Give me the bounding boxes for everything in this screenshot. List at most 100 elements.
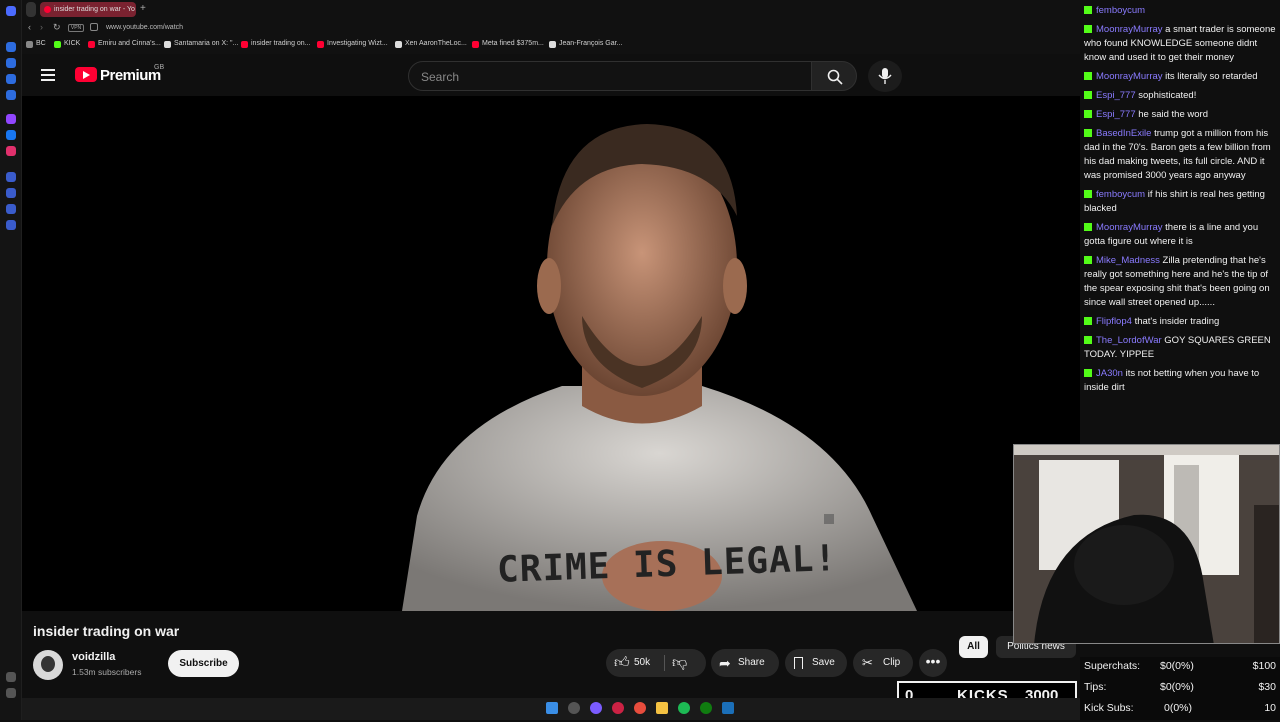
chat-text: that's insider trading — [1134, 316, 1220, 327]
sidebar-app-icon[interactable] — [6, 172, 16, 182]
sidebar-app-icon[interactable] — [6, 204, 16, 214]
stat-row-superchats: Superchats: $0(0%) $100 — [1084, 660, 1276, 680]
tab-active[interactable]: insider trading on war - Yo — [40, 2, 136, 17]
sidebar-app-icon[interactable] — [6, 42, 16, 52]
more-icon[interactable] — [6, 688, 16, 698]
search-icon — [827, 69, 843, 85]
donation-stats-panel: Superchats: $0(0%) $100 Tips: $0(0%) $30… — [1080, 657, 1280, 720]
tab-title: insider trading on war - Yo — [54, 6, 135, 13]
instagram-icon[interactable] — [6, 146, 16, 156]
browser-sidebar — [0, 0, 22, 720]
url-field[interactable]: www.youtube.com/watch — [106, 24, 183, 31]
bookmarks-bar: BC KICK Emiru and Cinna's... Santamaria … — [22, 37, 1080, 54]
stat-label: Kick Subs: — [1084, 702, 1134, 714]
bookmark-item[interactable]: Santamaria on X: "... — [164, 40, 238, 48]
spotify-icon[interactable] — [678, 702, 690, 714]
sidebar-app-icon[interactable] — [6, 672, 16, 682]
clip-label: Clip — [883, 657, 901, 668]
video-frame — [22, 96, 1080, 611]
new-tab-icon[interactable]: + — [140, 3, 146, 15]
chat-text: its literally so retarded — [1165, 71, 1258, 82]
stat-goal: 10 — [1264, 702, 1276, 714]
chat-text: sophisticated! — [1138, 90, 1197, 101]
save-button[interactable]: Save — [785, 649, 847, 677]
kick-badge-icon — [1084, 91, 1092, 99]
xbox-icon[interactable] — [700, 702, 712, 714]
sidebar-app-icon[interactable] — [6, 74, 16, 84]
channel-name[interactable]: voidzilla — [72, 651, 115, 663]
hamburger-menu-icon[interactable] — [41, 69, 55, 81]
bookmark-item[interactable]: Xen AaronTheLoc... — [395, 40, 467, 48]
start-icon[interactable] — [546, 702, 558, 714]
forward-icon[interactable]: › — [40, 22, 43, 32]
chat-username: Espi_777 — [1096, 90, 1136, 101]
like-button[interactable]: 👍︎ — [614, 649, 630, 677]
messenger-icon[interactable] — [6, 130, 16, 140]
chip-all[interactable]: All — [959, 636, 988, 658]
kick-badge-icon — [1084, 6, 1092, 14]
kick-badge-icon — [1084, 129, 1092, 137]
browser-taskbar-icon[interactable] — [634, 702, 646, 714]
bookmark-item[interactable]: BC — [26, 40, 46, 48]
settings-icon[interactable] — [6, 220, 16, 230]
stat-row-kick-subs: Kick Subs: 0(0%) 10 — [1084, 702, 1276, 722]
kick-badge-icon — [1084, 336, 1092, 344]
steam-icon[interactable] — [722, 702, 734, 714]
kick-badge-icon — [1084, 223, 1092, 231]
like-count: 50k — [634, 657, 651, 668]
bookmark-item[interactable]: Meta fined $375m... — [472, 40, 544, 48]
stat-value: $0(0%) — [1160, 681, 1194, 693]
app-icon[interactable] — [590, 702, 602, 714]
search-taskbar-icon[interactable] — [568, 702, 580, 714]
chat-message: MoonrayMurray its literally so retarded — [1084, 70, 1276, 84]
tab-menu-icon[interactable] — [26, 2, 36, 17]
more-actions-icon[interactable]: ••• — [919, 649, 947, 677]
sidebar-app-icon[interactable] — [6, 90, 16, 100]
twitch-icon[interactable] — [6, 114, 16, 124]
chat-username: femboycum — [1096, 5, 1146, 16]
share-icon: ➦ — [719, 655, 731, 671]
bookmark-item[interactable]: insider trading on... — [241, 40, 311, 48]
share-button[interactable]: ➦ Share — [711, 649, 779, 677]
save-label: Save — [812, 657, 835, 668]
chat-username: Espi_777 — [1096, 109, 1136, 120]
search-input[interactable]: Search — [408, 61, 812, 91]
microphone-icon — [878, 68, 892, 84]
back-icon[interactable]: ‹ — [28, 22, 31, 32]
kick-badge-icon — [1084, 190, 1092, 198]
page-info-icon[interactable] — [90, 23, 98, 31]
divider — [664, 655, 665, 671]
bookmark-item[interactable]: Jean-François Gar... — [549, 40, 622, 48]
channel-avatar[interactable] — [33, 650, 63, 680]
chat-username: MoonrayMurray — [1096, 71, 1163, 82]
windows-taskbar — [22, 698, 1080, 720]
stat-goal: $30 — [1258, 681, 1276, 693]
chat-message: The_LordofWar GOY SQUARES GREEN TODAY. Y… — [1084, 334, 1276, 362]
reload-icon[interactable]: ↻ — [53, 22, 61, 33]
youtube-logo-text[interactable]: Premium — [100, 67, 161, 84]
sidebar-app-icon[interactable] — [6, 188, 16, 198]
address-bar: ‹ › ↻ VPN www.youtube.com/watch — [22, 19, 1080, 37]
search-button[interactable] — [811, 61, 857, 91]
bookmark-item[interactable]: Emiru and Cinna's... — [88, 40, 161, 48]
youtube-logo-icon[interactable] — [75, 67, 97, 82]
browser-logo-icon[interactable] — [6, 6, 16, 16]
file-explorer-icon[interactable] — [656, 702, 668, 714]
sidebar-app-icon[interactable] — [6, 58, 16, 68]
kick-badge-icon — [1084, 317, 1092, 325]
opera-icon[interactable] — [612, 702, 624, 714]
bookmark-item[interactable]: KICK — [54, 40, 80, 48]
chat-message: JA30n its not betting when you have to i… — [1084, 367, 1276, 395]
dislike-button[interactable]: 👎︎ — [672, 649, 687, 677]
subscribe-button[interactable]: Subscribe — [168, 650, 239, 677]
chat-username: MoonrayMurray — [1096, 222, 1163, 233]
bookmark-item[interactable]: Investigating Wizt... — [317, 40, 388, 48]
kick-badge-icon — [1084, 25, 1092, 33]
voice-search-button[interactable] — [868, 60, 902, 92]
vpn-badge[interactable]: VPN — [68, 24, 84, 32]
chat-message: Flipflop4 that's insider trading — [1084, 315, 1276, 329]
chat-message: Espi_777 he said the word — [1084, 108, 1276, 122]
region-code: GB — [154, 64, 165, 71]
clip-button[interactable]: ✂ Clip — [853, 649, 913, 677]
video-player[interactable]: CRIME IS LEGAL! — [22, 96, 1080, 611]
